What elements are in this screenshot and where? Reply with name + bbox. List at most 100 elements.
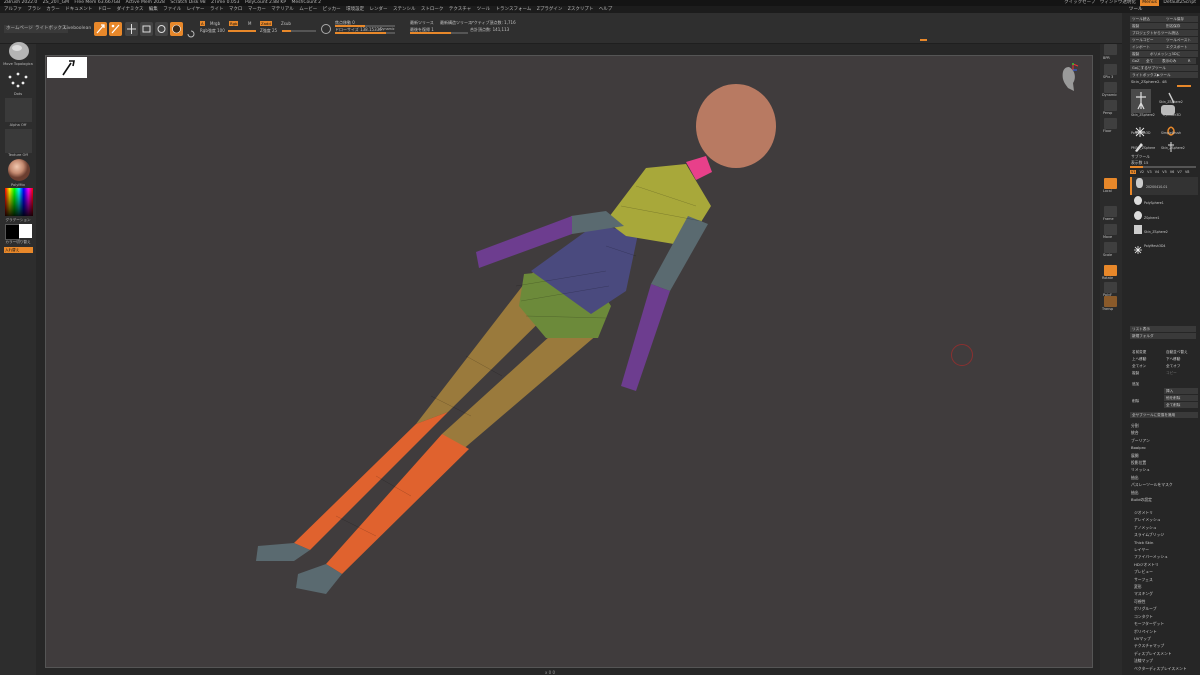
main-color-swatch[interactable] xyxy=(5,224,20,240)
menu-displacement[interactable]: ディスプレイスメント xyxy=(1134,650,1187,657)
submenu-boolean[interactable]: ブーリアン xyxy=(1131,437,1173,444)
new-folder-button[interactable]: 新規フォルダ xyxy=(1130,333,1164,339)
menu-masking[interactable]: マスキング xyxy=(1134,590,1187,597)
subtool-tab-v1[interactable]: V1 xyxy=(1130,170,1137,174)
submenu-expand[interactable]: 展開 xyxy=(1131,452,1173,459)
menu-polygroups[interactable]: ポリグループ xyxy=(1134,605,1187,612)
append-button[interactable]: 追加 xyxy=(1130,381,1164,387)
symmetry-label-2[interactable]: 最新構造ツリース xyxy=(440,20,472,25)
scale-view-button[interactable] xyxy=(1104,242,1117,253)
submenu-split[interactable]: 分割 xyxy=(1131,422,1173,429)
default-zscript-button[interactable]: DefaultZScript xyxy=(1163,0,1196,5)
switch-color-button[interactable]: カラー切り替え xyxy=(0,240,36,245)
spix-button[interactable] xyxy=(1104,64,1117,75)
menu-macro[interactable]: マクロ xyxy=(229,6,243,13)
menu-tool[interactable]: ツール xyxy=(477,6,491,13)
menu-transform[interactable]: トランスフォーム xyxy=(496,6,532,13)
goz-visible-button[interactable]: 表示のみ xyxy=(1160,58,1186,64)
alternate-button[interactable]: 入れ替え xyxy=(4,247,33,253)
menu-draw[interactable]: ドロー xyxy=(98,6,112,13)
list-up-button[interactable] xyxy=(1164,326,1180,332)
rotate-button[interactable] xyxy=(155,22,168,36)
menu-edit[interactable]: 編集 xyxy=(149,6,158,13)
menu-brush[interactable]: ブラシ xyxy=(27,6,40,13)
subtool-row-0[interactable]: 20200410-01 xyxy=(1130,177,1198,195)
menu-alpha[interactable]: アルファ xyxy=(4,6,22,13)
menu-preview[interactable]: プレビュー xyxy=(1134,568,1187,575)
import-button[interactable]: インポート xyxy=(1130,44,1164,50)
brush-thumbnail[interactable] xyxy=(7,40,31,62)
menu-geometry[interactable]: ジオメトリ xyxy=(1134,509,1187,516)
tool-thumb-4[interactable] xyxy=(1165,121,1177,136)
move-button[interactable] xyxy=(125,22,138,36)
menu-file[interactable]: ファイル xyxy=(163,6,181,13)
move-up-button[interactable]: 上へ移動 xyxy=(1130,356,1164,362)
a-toggle[interactable]: A xyxy=(200,21,205,26)
subtool-tab-v3[interactable]: V3 xyxy=(1147,170,1151,174)
paste-subtool-button[interactable]: コピー xyxy=(1164,370,1198,376)
submenu-merge[interactable]: 統合 xyxy=(1131,429,1173,436)
submenu-extract-2[interactable]: 抽出 xyxy=(1131,489,1173,496)
menu-stroke[interactable]: ストローク xyxy=(421,6,444,13)
texture-thumbnail[interactable] xyxy=(5,129,32,153)
menu-fibermesh[interactable]: ファイバーメッシュ xyxy=(1134,553,1187,560)
insert-button[interactable]: 挿入 xyxy=(1164,388,1198,394)
save-as-button[interactable]: 別名保存 xyxy=(1164,23,1198,29)
folder-down-button[interactable] xyxy=(1180,333,1196,339)
list-all-button[interactable]: リスト表示 xyxy=(1130,326,1164,332)
apply-all-subtools-button[interactable]: 全サブツールに変換を適用 xyxy=(1130,412,1198,418)
polyf-button[interactable] xyxy=(1104,282,1117,293)
zadd-toggle[interactable]: Zadd xyxy=(260,21,272,26)
copy-subtool-button[interactable]: 複製 xyxy=(1130,370,1164,376)
menu-nanomesh[interactable]: ナノメッシュ xyxy=(1134,524,1187,531)
menu-vector-displacement[interactable]: ベクターディスプレイスメント xyxy=(1134,665,1187,672)
delete-button[interactable]: 削除 xyxy=(1130,398,1164,404)
transp-button[interactable] xyxy=(1104,296,1117,307)
menu-layer[interactable]: レイヤー xyxy=(187,6,205,13)
submenu-mask-path[interactable]: パスレーツールをマスク xyxy=(1131,481,1173,488)
menu-marker[interactable]: マーカー xyxy=(248,6,266,13)
subtool-tab-v6[interactable]: V6 xyxy=(1170,170,1174,174)
menu-zplugin[interactable]: Zプラグイン xyxy=(537,6,563,13)
all-on-button[interactable]: 全てオン xyxy=(1130,363,1164,369)
menu-light[interactable]: ライト xyxy=(210,6,224,13)
menu-normal-map[interactable]: 法線マップ xyxy=(1134,657,1187,664)
goz-subtool-button[interactable]: Goにするサブツール xyxy=(1130,65,1198,71)
all-off-button[interactable]: 全てオフ xyxy=(1164,363,1198,369)
load-tool-button[interactable]: ツール読込 xyxy=(1130,16,1164,22)
local-button[interactable] xyxy=(1104,178,1117,189)
tab-home[interactable]: ホームページ xyxy=(4,25,35,33)
secondary-color-swatch[interactable] xyxy=(19,224,32,238)
material-button[interactable] xyxy=(170,22,183,36)
tab-liveboolean[interactable]: Liveboolean xyxy=(62,25,93,33)
delete-other-button[interactable]: 他を削除 xyxy=(1164,395,1198,401)
delete-all-button[interactable]: 全て削除 xyxy=(1164,402,1198,408)
visible-count-slider[interactable] xyxy=(1130,166,1196,168)
menu-dynamics[interactable]: ダイナミクス xyxy=(117,6,144,13)
menu-morph-target[interactable]: モーフターゲット xyxy=(1134,620,1187,627)
menu-layers[interactable]: レイヤー xyxy=(1134,546,1187,553)
transparency-button[interactable]: ウィンドウ透明化 xyxy=(1100,0,1136,5)
menu-texture-map[interactable]: テクスチャマップ xyxy=(1134,642,1187,649)
menu-stencil[interactable]: ステンシル xyxy=(393,6,416,13)
goz-button[interactable]: GoZ xyxy=(1130,58,1144,64)
edit-button[interactable] xyxy=(94,22,107,36)
menu-array-mesh[interactable]: アレイメッシュ xyxy=(1134,516,1187,523)
subtool-row-4[interactable]: PolyMesh3D4 xyxy=(1130,239,1196,254)
submenu-boolpro[interactable]: Boolpro xyxy=(1131,444,1173,451)
move-view-button[interactable] xyxy=(1104,224,1117,235)
bpr-button[interactable] xyxy=(1104,44,1117,55)
folder-up-button[interactable] xyxy=(1164,333,1180,339)
rename-button[interactable]: 名前変更 xyxy=(1130,349,1164,355)
duplicate-button[interactable]: 複製 xyxy=(1130,51,1148,57)
material-thumbnail[interactable] xyxy=(7,158,31,182)
menu-material[interactable]: マテリアル xyxy=(271,6,293,13)
submenu-build-settings[interactable]: Buildの設定 xyxy=(1131,496,1173,503)
paste-tool-button[interactable]: ツールペースト xyxy=(1164,37,1198,43)
list-down-button[interactable] xyxy=(1180,326,1196,332)
menu-visibility[interactable]: 可視性 xyxy=(1134,598,1187,605)
lightbox-tools-button[interactable]: ライトボックス▶ツール xyxy=(1130,72,1198,78)
spiral-icon[interactable] xyxy=(186,24,196,38)
menu-render[interactable]: レンダー xyxy=(370,6,388,13)
export-button[interactable]: エクスポート xyxy=(1164,44,1198,50)
